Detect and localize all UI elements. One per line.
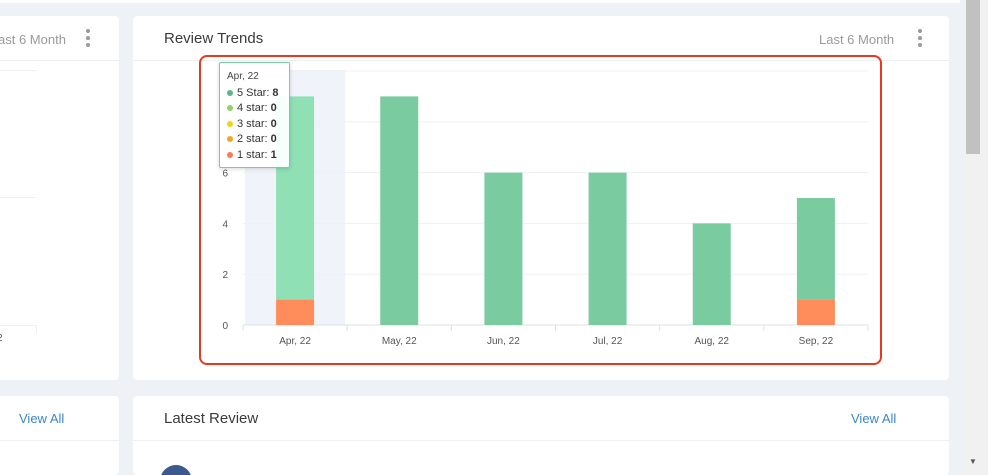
bar-1star-apr-22 bbox=[276, 299, 315, 325]
x-tick-label: Apr, 22 bbox=[279, 336, 311, 347]
tooltip-dot-2star bbox=[227, 136, 233, 143]
left-bottom-divider bbox=[0, 440, 119, 441]
bar-5star-may-22 bbox=[380, 96, 419, 326]
tooltip-dot-3star bbox=[227, 120, 233, 127]
tooltip-row-1star: 1 star: 1 bbox=[227, 147, 289, 163]
latest-review-view-all-link[interactable]: View All bbox=[851, 411, 896, 426]
tooltip-dot-5star bbox=[227, 89, 233, 96]
tooltip-value-2star: 0 bbox=[270, 133, 277, 146]
x-tick-label: Jun, 22 bbox=[487, 336, 520, 347]
bar-1star-sep-22 bbox=[796, 299, 835, 325]
tooltip-row-5star: 5 Star: 8 bbox=[227, 85, 289, 101]
bar-5star-jul-22 bbox=[588, 172, 627, 325]
scroll-down-arrow-icon[interactable]: ▼ bbox=[968, 457, 978, 467]
tooltip-label-1star: 1 star: bbox=[237, 148, 268, 161]
tooltip-value-1star: 1 bbox=[270, 148, 277, 161]
tooltip-row-3star: 3 star: 0 bbox=[227, 116, 289, 132]
bar-5star-jun-22 bbox=[484, 172, 523, 325]
bar-5star-sep-22 bbox=[796, 198, 835, 300]
y-tick-label: 6 bbox=[222, 169, 228, 180]
tooltip-dot-1star bbox=[227, 151, 233, 158]
y-tick-label: 2 bbox=[222, 270, 228, 281]
latest-review-title: Latest Review bbox=[164, 410, 259, 427]
tooltip-row-2star: 2 star: 0 bbox=[227, 132, 289, 148]
tooltip-label-5star: 5 Star: bbox=[237, 86, 270, 99]
tooltip-dot-4star bbox=[227, 105, 233, 112]
left-view-all-link[interactable]: View All bbox=[19, 411, 64, 426]
tooltip-title: Apr, 22 bbox=[227, 71, 259, 82]
x-tick-label: Jul, 22 bbox=[593, 336, 623, 347]
x-tick-label: Sep, 22 bbox=[799, 336, 834, 347]
tooltip-value-5star: 8 bbox=[272, 86, 279, 99]
tooltip-value-4star: 0 bbox=[270, 102, 277, 115]
tooltip-label-4star: 4 star: bbox=[237, 102, 268, 115]
tooltip-value-3star: 0 bbox=[270, 117, 277, 130]
tooltip-label-3star: 3 star: bbox=[237, 117, 268, 130]
latest-review-card bbox=[133, 396, 949, 475]
tooltip-row-4star: 4 star: 0 bbox=[227, 101, 289, 117]
x-tick-label: May, 22 bbox=[382, 336, 417, 347]
y-tick-label: 0 bbox=[222, 321, 228, 332]
bar-5star-aug-22 bbox=[692, 223, 731, 325]
dashboard-page: ast 6 Month 2 Review Trends Last 6 Month… bbox=[0, 0, 988, 475]
tooltip-label-2star: 2 star: bbox=[237, 133, 268, 146]
x-tick-label: Aug, 22 bbox=[695, 336, 730, 347]
chart-tooltip: Apr, 22 5 Star: 8 4 star: 0 3 star: 0 2 sta… bbox=[219, 62, 290, 168]
y-tick-label: 4 bbox=[222, 219, 228, 230]
left-bottom-card bbox=[0, 396, 119, 475]
latest-review-divider bbox=[133, 440, 949, 441]
scrollbar-thumb[interactable] bbox=[966, 0, 980, 154]
